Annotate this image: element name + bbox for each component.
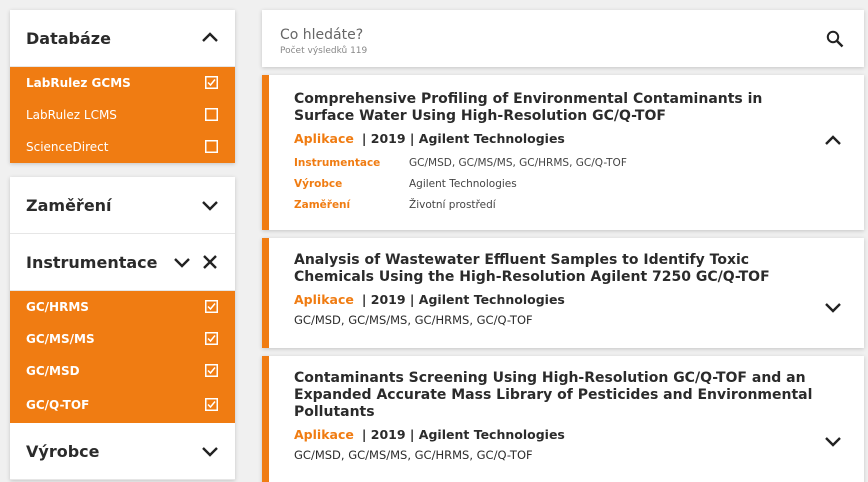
close-icon[interactable] [201,253,219,271]
filter-header-instrumentace[interactable]: Instrumentace [10,234,235,291]
filter-panel-databaze: Databáze LabRulez GCMS LabRulez LCMS Sci… [10,10,235,163]
filter-title-databaze: Databáze [26,28,111,48]
result-year-vendor: | 2019 | Agilent Technologies [361,427,565,442]
checkbox-checked-icon[interactable] [205,398,219,412]
chevron-down-icon[interactable] [201,196,219,214]
results-area: Počet výsledků 119 Comprehensive Profili… [262,10,864,482]
result-count: Počet výsledků 119 [280,46,368,56]
option-sciencedirect[interactable]: ScienceDirect [10,131,235,163]
option-label: LabRulez GCMS [26,76,131,90]
result-card[interactable]: Contaminants Screening Using High-Resolu… [262,356,864,482]
filter-title-zamereni: Zaměření [26,195,112,215]
result-card[interactable]: Analysis of Wastewater Effluent Samples … [262,238,864,348]
result-title[interactable]: Comprehensive Profiling of Environmental… [294,91,814,125]
option-gc-ms-ms[interactable]: GC/MS/MS [10,323,235,355]
result-year-vendor: | 2019 | Agilent Technologies [361,131,565,146]
result-meta: Aplikace | 2019 | Agilent Technologies [294,131,814,146]
checkbox-empty-icon[interactable] [205,108,219,122]
chevron-up-icon[interactable] [201,29,219,47]
option-labrulez-gcms[interactable]: LabRulez GCMS [10,67,235,99]
search-icon[interactable] [826,30,844,48]
chevron-down-icon[interactable] [824,432,842,450]
checkbox-checked-icon[interactable] [205,364,219,378]
result-meta: Aplikace | 2019 | Agilent Technologies [294,427,814,442]
option-label: GC/MS/MS [26,332,95,346]
checkbox-empty-icon[interactable] [205,140,219,154]
filter-title-instrumentace: Instrumentace [26,252,158,272]
option-gc-msd[interactable]: GC/MSD [10,355,235,387]
option-gc-hrms[interactable]: GC/HRMS [10,291,235,323]
option-gc-q-tof[interactable]: GC/Q-TOF [10,387,235,423]
chevron-down-icon[interactable] [201,442,219,460]
result-instruments: GC/MSD, GC/MS/MS, GC/HRMS, GC/Q-TOF [294,448,533,462]
filter-header-zamereni[interactable]: Zaměření [10,177,235,234]
detail-row: Instrumentace GC/MSD, GC/MS/MS, GC/HRMS,… [294,152,814,173]
result-title[interactable]: Contaminants Screening Using High-Resolu… [294,370,814,421]
result-card[interactable]: Comprehensive Profiling of Environmental… [262,75,864,230]
filter-controls [173,253,219,271]
checkbox-checked-icon[interactable] [205,76,219,90]
result-year-vendor: | 2019 | Agilent Technologies [361,292,565,307]
detail-value: Agilent Technologies [409,177,517,190]
databaze-options: LabRulez GCMS LabRulez LCMS ScienceDirec… [10,67,235,163]
result-type[interactable]: Aplikace [294,427,354,442]
search-input[interactable] [280,27,780,43]
result-meta: Aplikace | 2019 | Agilent Technologies [294,292,814,307]
option-label: ScienceDirect [26,140,109,154]
option-label: GC/Q-TOF [26,398,90,412]
filter-sidebar: Databáze LabRulez GCMS LabRulez LCMS Sci… [10,10,235,482]
filter-panel-group: Zaměření Instrumentace GC/HRMS GC/MS/MS … [10,177,235,480]
result-details: Instrumentace GC/MSD, GC/MS/MS, GC/HRMS,… [294,152,814,215]
chevron-down-icon[interactable] [173,253,191,271]
checkbox-checked-icon[interactable] [205,332,219,346]
option-label: GC/HRMS [26,300,89,314]
option-label: LabRulez LCMS [26,108,117,122]
detail-value: Životní prostředí [409,198,496,211]
option-labrulez-lcms[interactable]: LabRulez LCMS [10,99,235,131]
instrumentace-options: GC/HRMS GC/MS/MS GC/MSD GC/Q-TOF [10,291,235,423]
filter-header-vyrobce[interactable]: Výrobce [10,423,235,480]
detail-key: Výrobce [294,177,343,190]
detail-row: Výrobce Agilent Technologies [294,173,814,194]
result-instruments: GC/MSD, GC/MS/MS, GC/HRMS, GC/Q-TOF [294,313,533,327]
result-type[interactable]: Aplikace [294,292,354,307]
detail-key: Instrumentace [294,156,381,169]
search-bar: Počet výsledků 119 [262,10,864,67]
filter-title-vyrobce: Výrobce [26,441,100,461]
result-type[interactable]: Aplikace [294,131,354,146]
chevron-down-icon[interactable] [824,298,842,316]
option-label: GC/MSD [26,364,80,378]
result-title[interactable]: Analysis of Wastewater Effluent Samples … [294,252,814,286]
filter-header-databaze[interactable]: Databáze [10,10,235,67]
detail-key: Zaměření [294,198,351,211]
checkbox-checked-icon[interactable] [205,300,219,314]
detail-value: GC/MSD, GC/MS/MS, GC/HRMS, GC/Q-TOF [409,156,627,169]
detail-row: Zaměření Životní prostředí [294,194,814,215]
chevron-up-icon[interactable] [824,132,842,150]
